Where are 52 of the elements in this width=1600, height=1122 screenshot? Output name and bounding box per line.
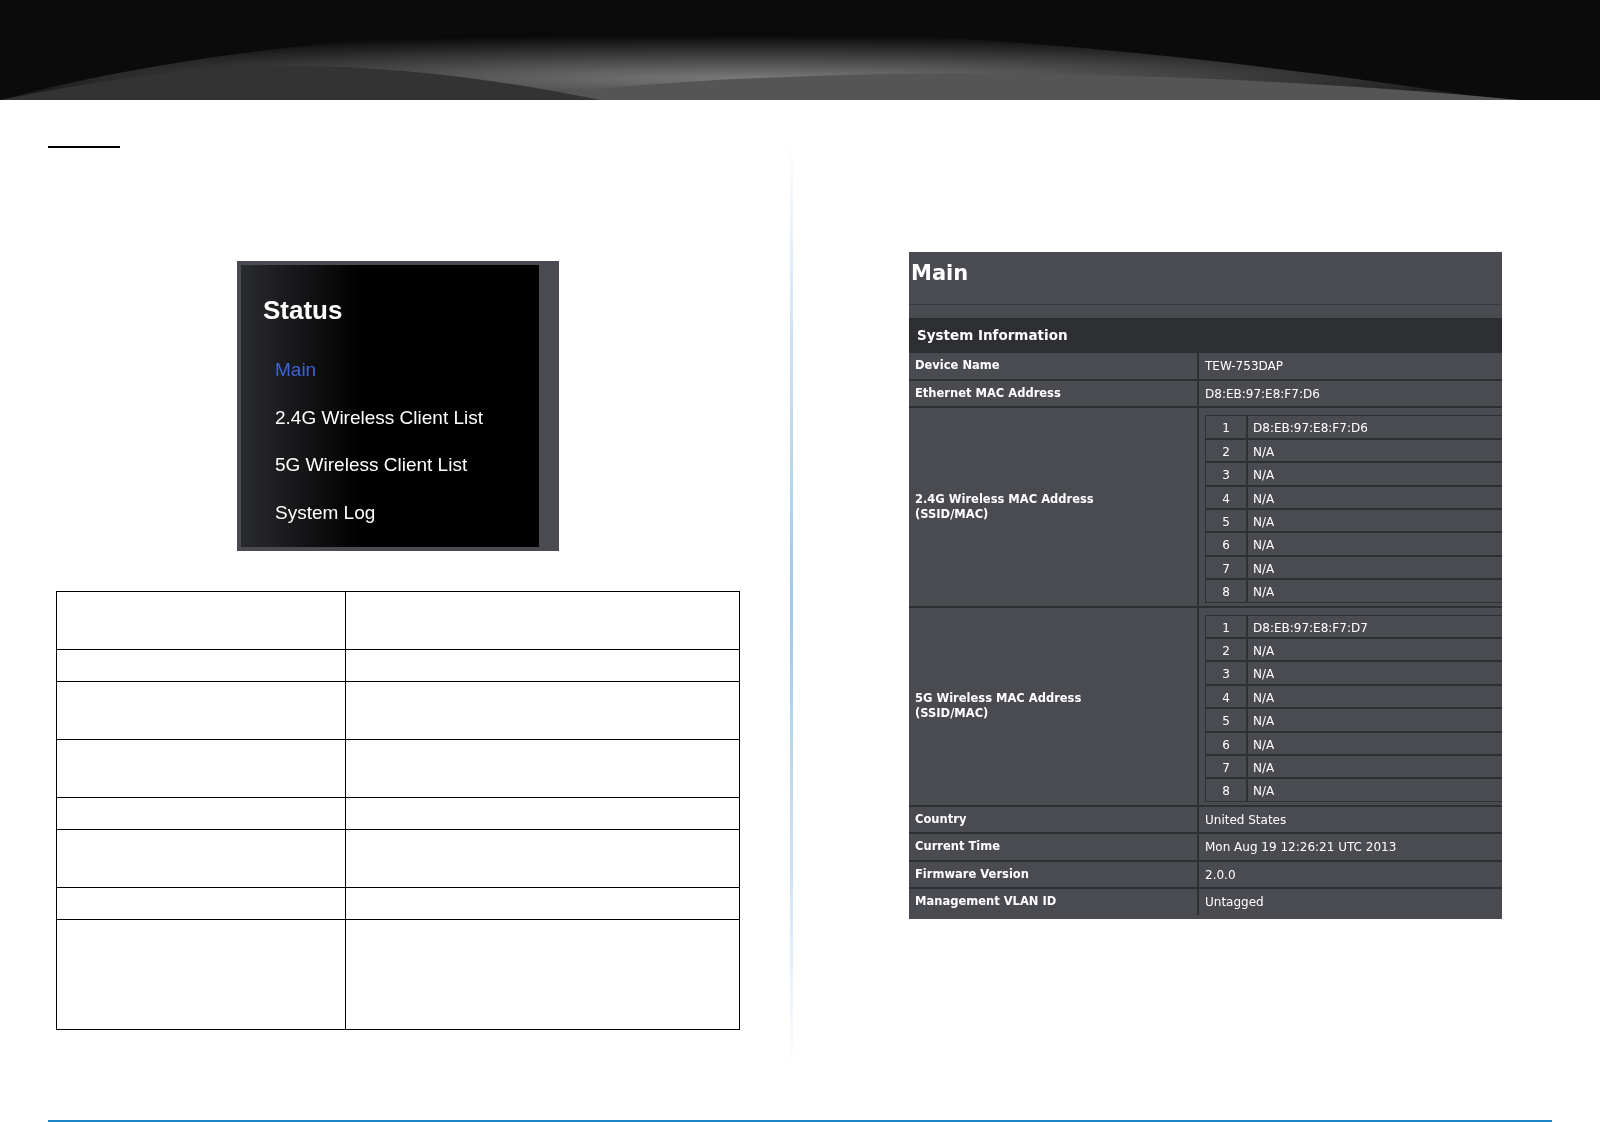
entry-value: N/A [1252, 689, 1276, 707]
entry-index: 6 [1206, 533, 1248, 555]
field-value: Mon Aug 19 12:26:21 UTC 2013 [1204, 839, 1398, 857]
field-label: Firmware Version [909, 861, 1199, 888]
entry-value: N/A [1252, 713, 1276, 731]
entry-index: 8 [1206, 580, 1248, 602]
field-label: Device Name [909, 353, 1199, 379]
panel-title: Main [910, 260, 970, 287]
entry-value: N/A [1252, 467, 1276, 485]
entry-index: 7 [1206, 755, 1248, 778]
entry-value: N/A [1252, 736, 1276, 754]
entry-index: 5 [1206, 709, 1248, 731]
entry-value: N/A [1252, 514, 1276, 531]
field-label: Management VLAN ID [909, 889, 1199, 916]
entry-index: 3 [1206, 662, 1248, 684]
entry-value: N/A [1252, 759, 1276, 777]
section-header: System Information [909, 319, 1502, 352]
entry-index: 4 [1206, 486, 1248, 508]
entry-index: 5 [1206, 510, 1248, 532]
entry-index: 7 [1206, 556, 1248, 579]
entry-value: N/A [1252, 584, 1276, 602]
menu-title: Status [263, 294, 343, 327]
entry-value: D8:EB:97:E8:F7:D7 [1252, 619, 1369, 637]
field-label: Country [909, 806, 1199, 833]
field-label: Current Time [909, 834, 1199, 860]
entry-index: 2 [1206, 439, 1248, 462]
entry-value: N/A [1252, 490, 1276, 508]
entry-index: 6 [1206, 732, 1248, 754]
field-value: United States [1204, 811, 1288, 829]
field-label: 2.4G Wireless MAC Address (SSID/MAC) [909, 408, 1199, 606]
entry-index: 8 [1206, 779, 1248, 801]
entry-value: N/A [1252, 560, 1276, 578]
field-value: D8:EB:97:E8:F7:D6 [1204, 385, 1321, 403]
entry-value: D8:EB:97:E8:F7:D6 [1252, 420, 1369, 438]
entry-value: N/A [1252, 783, 1276, 801]
field-label: 5G Wireless MAC Address (SSID/MAC) [909, 607, 1199, 805]
entry-index: 1 [1206, 416, 1248, 438]
field-label: Ethernet MAC Address [909, 380, 1199, 407]
menu-item[interactable]: 2.4G Wireless Client List [275, 403, 483, 432]
entry-value: N/A [1252, 642, 1276, 660]
entry-index: 3 [1206, 463, 1248, 485]
entry-value: N/A [1252, 443, 1276, 461]
field-value: Untagged [1204, 894, 1265, 912]
entry-index: 1 [1206, 615, 1248, 637]
entry-value: N/A [1252, 537, 1276, 555]
entry-index: 4 [1206, 685, 1248, 708]
entry-value: N/A [1252, 666, 1276, 684]
menu-item[interactable]: System Log [275, 498, 376, 527]
field-value: 2.0.0 [1204, 866, 1237, 884]
field-value: TEW-753DAP [1204, 358, 1284, 376]
entry-index: 2 [1206, 638, 1248, 661]
menu-item[interactable]: 5G Wireless Client List [275, 451, 468, 480]
